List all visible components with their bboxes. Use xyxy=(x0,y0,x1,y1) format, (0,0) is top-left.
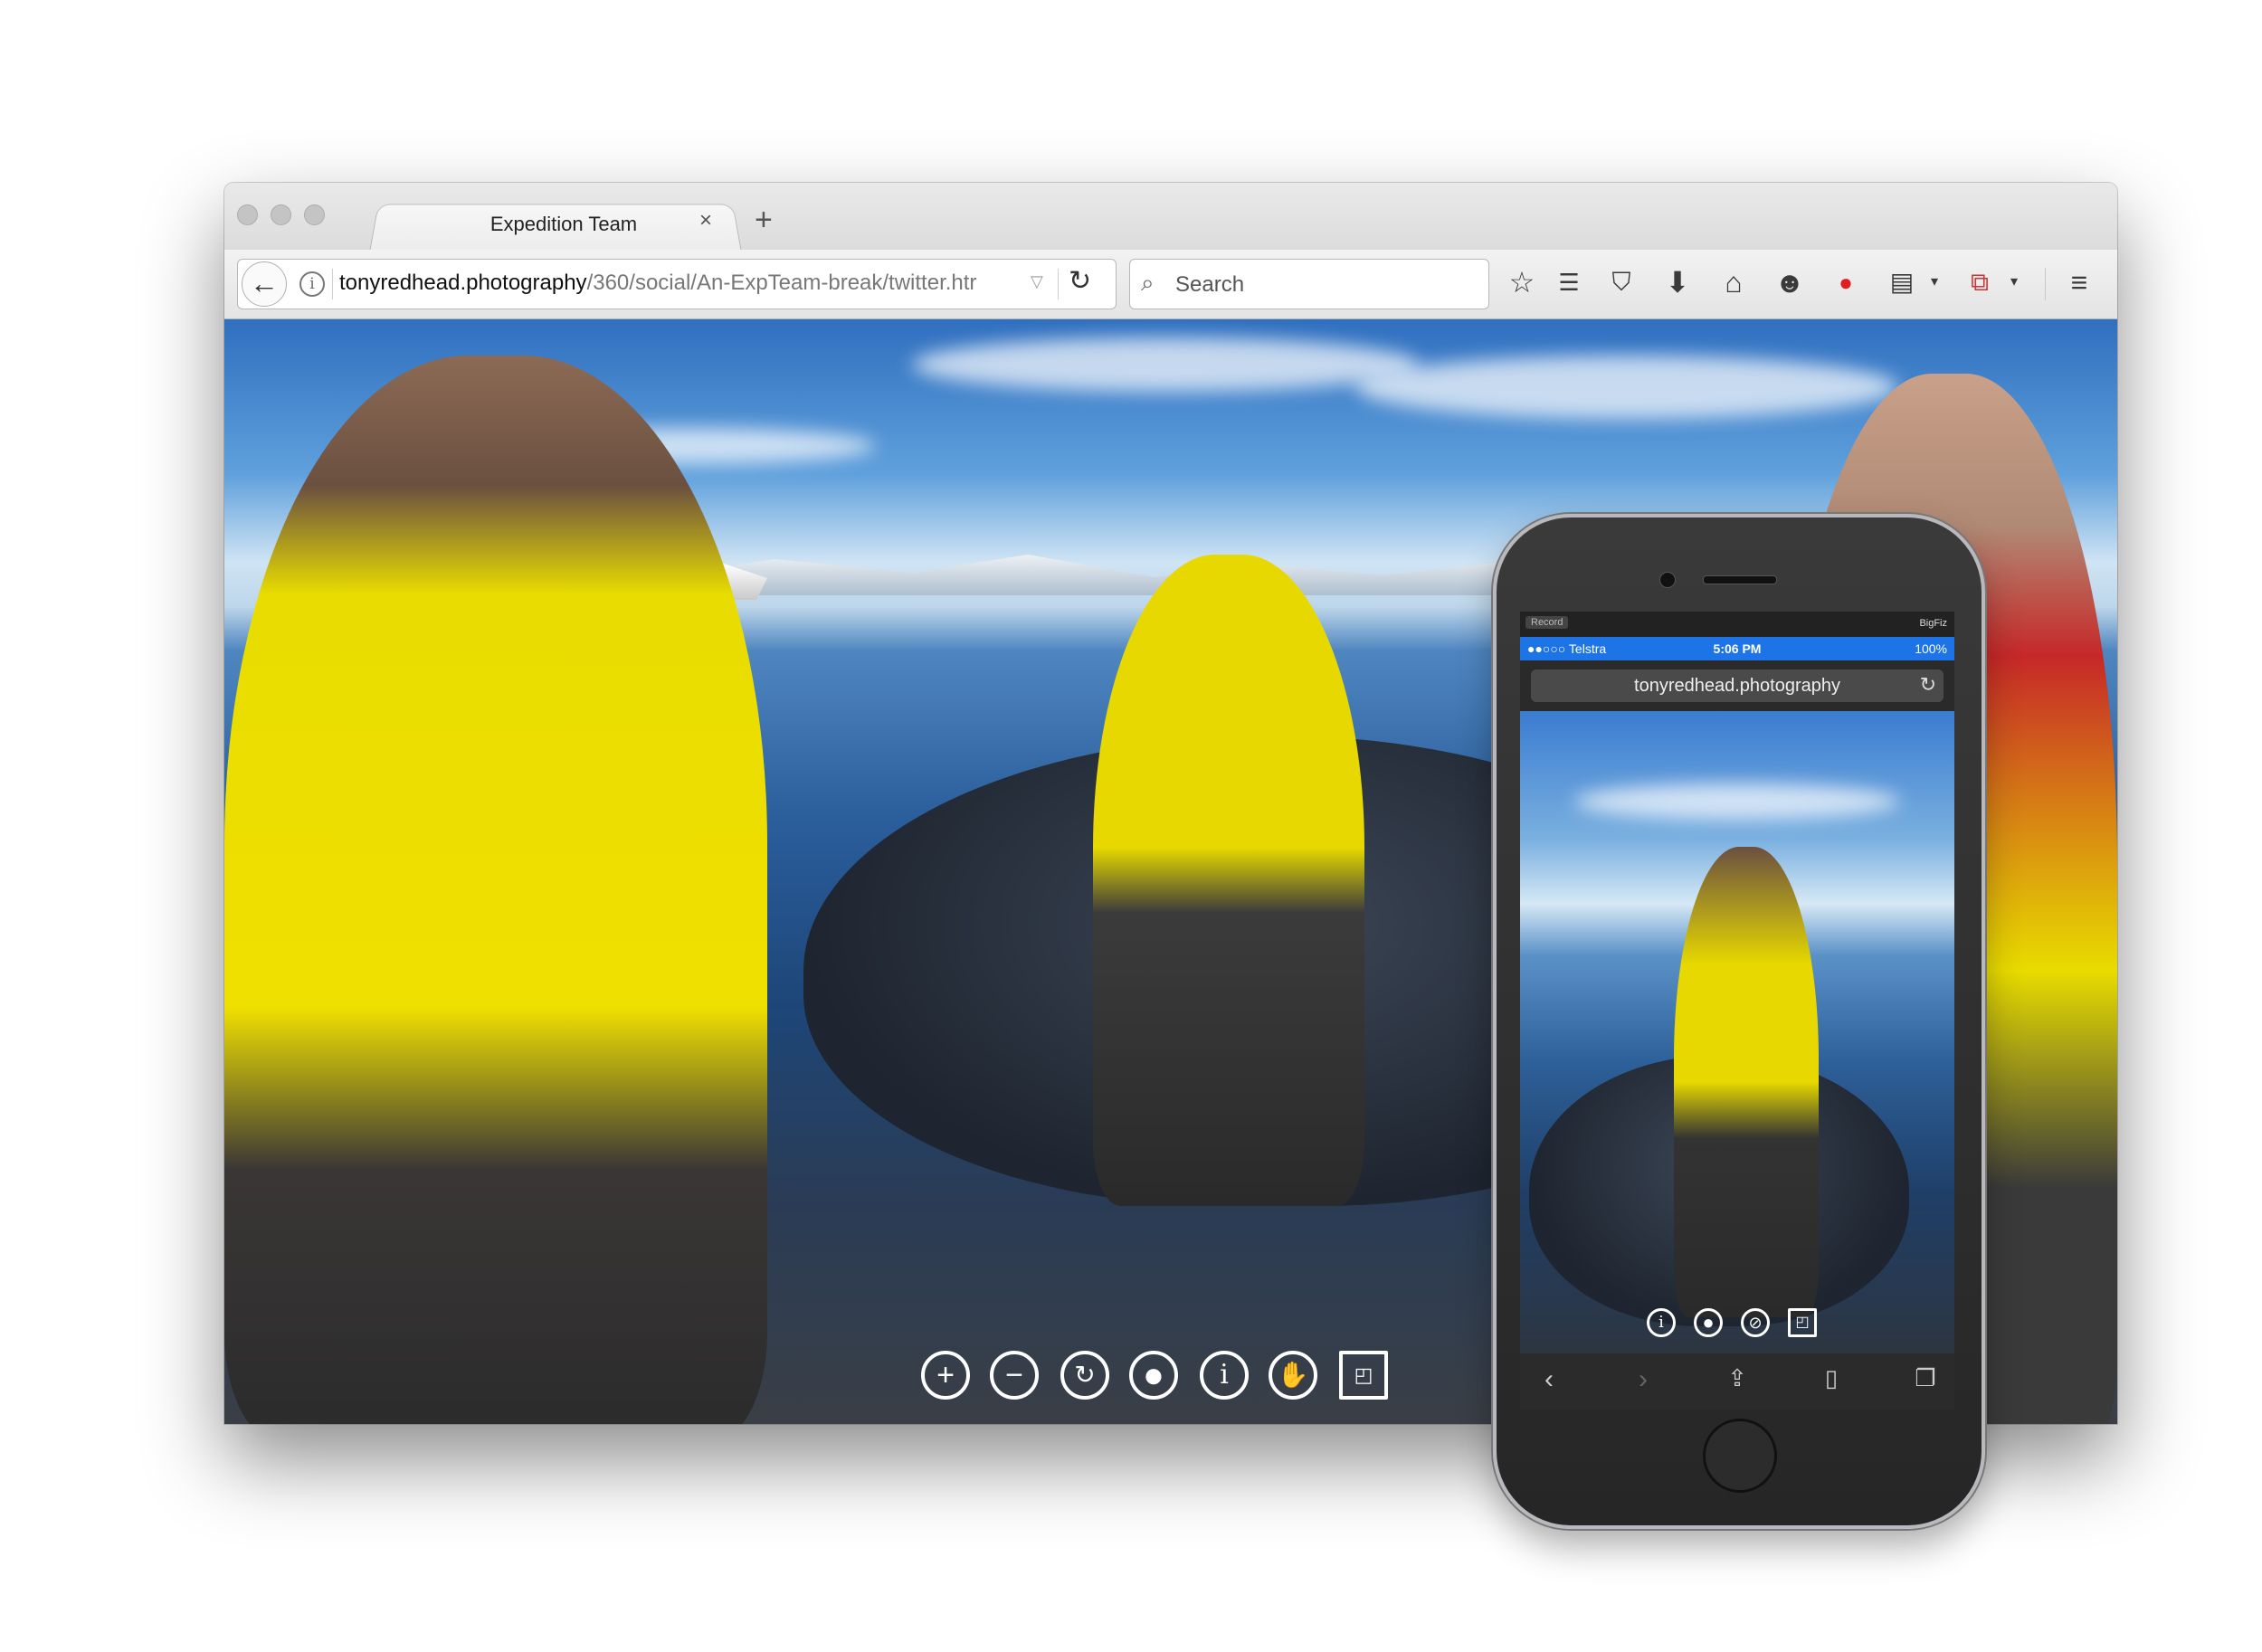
menu-icon[interactable]: ≡ xyxy=(2061,264,2097,300)
earpiece-speaker xyxy=(1703,575,1777,584)
cloud xyxy=(1355,356,1898,419)
mobile-compass-icon[interactable]: ⊘ xyxy=(1741,1308,1770,1337)
iphone-mockup: Record BigFiz ●●○○○ Telstra 5:06 PM 100%… xyxy=(1493,514,1985,1529)
reload-separator xyxy=(1058,269,1059,299)
mobile-toolbar: ‹ › ⇪ ▯ ❐ xyxy=(1520,1353,1954,1410)
info-icon[interactable]: i xyxy=(299,271,325,297)
download-icon[interactable]: ⬇ xyxy=(1659,264,1696,300)
zoom-window-button[interactable] xyxy=(304,204,325,225)
bookmark-star-icon[interactable]: ☆ xyxy=(1504,264,1540,300)
mobile-bookmarks-icon[interactable]: ▯ xyxy=(1813,1364,1849,1392)
tab-title: Expedition Team xyxy=(489,213,638,235)
mobile-tabs-icon[interactable]: ❐ xyxy=(1907,1364,1944,1392)
cloud xyxy=(1574,783,1900,820)
chat-icon[interactable]: ☻ xyxy=(1772,264,1808,300)
mobile-panorama-viewer[interactable]: i ● ⊘ ◰ xyxy=(1520,711,1954,1353)
toolbar-separator xyxy=(2045,268,2046,300)
mobile-fullscreen-icon[interactable]: ◰ xyxy=(1788,1308,1817,1337)
address-bar[interactable]: ← i tonyredhead.photography/360/social/A… xyxy=(237,259,1117,309)
info-icon[interactable]: i xyxy=(1200,1351,1249,1400)
cloud xyxy=(912,337,1419,392)
minimize-window-button[interactable] xyxy=(271,204,291,225)
seated-guide xyxy=(1093,555,1364,1206)
pdf-icon[interactable]: ⧉ xyxy=(1962,264,1998,300)
navigation-toolbar: ← i tonyredhead.photography/360/social/A… xyxy=(224,250,2117,319)
search-bar[interactable]: ⌕ Search xyxy=(1129,259,1489,309)
search-icon: ⌕ xyxy=(1141,269,1155,296)
zoom-out-icon[interactable]: − xyxy=(990,1351,1039,1400)
seated-guide xyxy=(1674,847,1819,1317)
home-button[interactable] xyxy=(1703,1419,1777,1493)
close-window-button[interactable] xyxy=(237,204,258,225)
pocket-icon[interactable]: ⛉ xyxy=(1603,264,1639,300)
colors-icon[interactable]: ● xyxy=(1828,264,1864,300)
guide-left xyxy=(224,356,767,1424)
recorder-bar: Record BigFiz xyxy=(1520,612,1954,637)
mobile-address-bar: tonyredhead.photography ↻ xyxy=(1520,660,1954,711)
tab-close-icon[interactable]: × xyxy=(699,208,712,233)
autorotate-icon[interactable]: ↻ xyxy=(1060,1351,1109,1400)
url-domain: tonyredhead.photography xyxy=(339,271,587,295)
reload-icon[interactable]: ↻ xyxy=(1069,265,1091,297)
zoom-in-icon[interactable]: + xyxy=(921,1351,970,1400)
clipboard-icon[interactable]: ▤ xyxy=(1884,264,1920,300)
new-tab-button[interactable]: + xyxy=(755,203,773,238)
reading-list-icon[interactable]: ☰ xyxy=(1551,264,1587,300)
clock-label: 5:06 PM xyxy=(1713,641,1762,656)
url-path: /360/social/An-ExpTeam-break/twitter.htr xyxy=(586,271,977,295)
back-icon[interactable]: ← xyxy=(242,261,287,307)
mobile-reload-icon[interactable]: ↻ xyxy=(1920,673,1936,697)
url-dropdown-icon[interactable]: ▽ xyxy=(1031,272,1043,291)
mobile-record-icon[interactable]: ● xyxy=(1694,1308,1723,1337)
record-icon[interactable]: ● xyxy=(1129,1351,1178,1400)
tab-bar: Expedition Team × + xyxy=(224,183,2117,252)
phone-screen: Record BigFiz ●●○○○ Telstra 5:06 PM 100%… xyxy=(1520,612,1954,1410)
mobile-back-icon[interactable]: ‹ xyxy=(1531,1364,1567,1395)
clipboard-dropdown-icon[interactable]: ▾ xyxy=(1916,264,1953,300)
drag-hand-icon[interactable]: ✋ xyxy=(1269,1351,1317,1400)
record-button[interactable]: Record xyxy=(1525,616,1569,629)
pdf-dropdown-icon[interactable]: ▾ xyxy=(1996,264,2032,300)
battery-label: 100% xyxy=(1915,641,1947,656)
search-placeholder: Search xyxy=(1175,272,1245,297)
mobile-share-icon[interactable]: ⇪ xyxy=(1719,1364,1755,1392)
mobile-url[interactable]: tonyredhead.photography xyxy=(1531,669,1944,702)
front-camera xyxy=(1659,572,1676,588)
app-label: BigFiz xyxy=(1919,618,1947,629)
url-text[interactable]: tonyredhead.photography/360/social/An-Ex… xyxy=(339,271,976,296)
mobile-forward-icon[interactable]: › xyxy=(1625,1364,1661,1395)
status-bar: ●●○○○ Telstra 5:06 PM 100% xyxy=(1520,637,1954,660)
url-separator xyxy=(332,269,333,299)
home-icon[interactable]: ⌂ xyxy=(1716,264,1752,300)
fullscreen-icon[interactable]: ◰ xyxy=(1339,1351,1388,1400)
mobile-info-icon[interactable]: i xyxy=(1647,1308,1676,1337)
